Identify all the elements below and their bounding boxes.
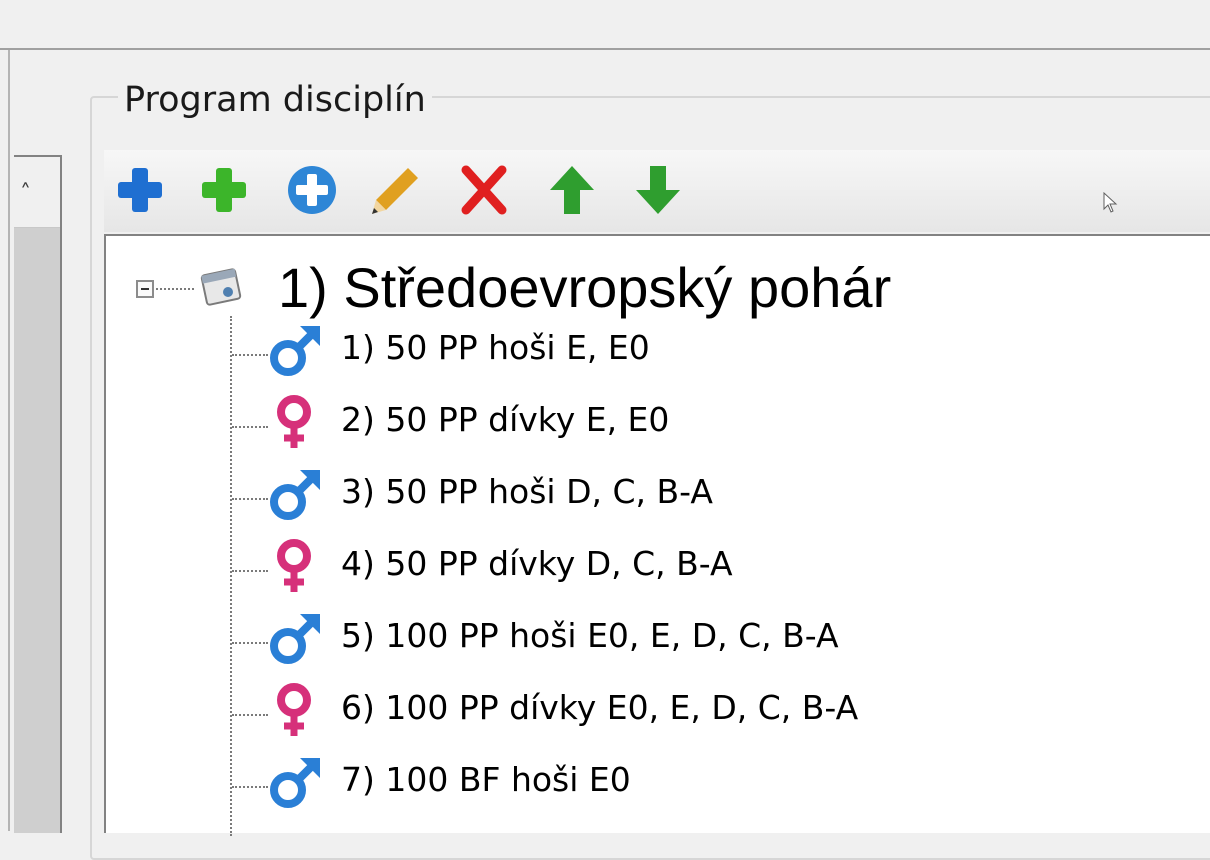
arrow-down-icon <box>636 166 680 214</box>
plus-circle-icon <box>288 166 336 214</box>
toolbar <box>104 150 1210 232</box>
tree-connector-line <box>232 498 268 500</box>
tree-connector-line <box>232 426 268 428</box>
add-button[interactable] <box>112 162 168 218</box>
tree-connector-line <box>232 786 268 788</box>
female-icon <box>277 395 311 448</box>
tree-connector-line <box>232 570 268 572</box>
male-icon <box>270 326 320 376</box>
male-icon <box>270 758 320 808</box>
tree-connector-line <box>232 714 268 716</box>
tree-root-label: 1) Středoevropský pohár <box>278 256 892 319</box>
tree-item[interactable]: 4) 50 PP dívky D, C, B-A <box>106 532 1206 598</box>
tree-item[interactable]: 2) 50 PP dívky E, E0 <box>106 388 1206 454</box>
pencil-icon <box>372 168 418 214</box>
groupbox-title: Program disciplín <box>118 78 432 122</box>
top-bar <box>0 0 1210 50</box>
tree-item[interactable]: 7) 100 BF hoši E0 <box>106 748 1206 814</box>
tree-item-label: 7) 100 BF hoši E0 <box>341 760 631 799</box>
left-list-panel[interactable]: ˄ <box>14 155 62 833</box>
female-icon <box>277 683 311 736</box>
move-down-button[interactable] <box>630 162 686 218</box>
delete-button[interactable] <box>456 162 512 218</box>
move-up-button[interactable] <box>544 162 600 218</box>
delete-x-icon <box>461 165 507 215</box>
tree-item[interactable]: 6) 100 PP dívky E0, E, D, C, B-A <box>106 676 1206 742</box>
tree-item[interactable]: 1) 50 PP hoši E, E0 <box>106 316 1206 382</box>
disciplines-tree[interactable]: 1) Středoevropský pohár 1) 50 PP hoši E,… <box>104 234 1210 836</box>
scroll-up-button[interactable]: ˄ <box>14 157 60 228</box>
tree-item-label: 5) 100 PP hoši E0, E, D, C, B-A <box>341 616 839 655</box>
add-item-button[interactable] <box>284 162 340 218</box>
tree-item-label: 4) 50 PP dívky D, C, B-A <box>341 544 733 583</box>
arrow-up-icon <box>550 166 594 214</box>
edit-button[interactable] <box>368 162 424 218</box>
mouse-cursor-icon <box>1103 192 1118 213</box>
tree-connector-line <box>156 288 194 290</box>
add-child-button[interactable] <box>196 162 252 218</box>
tree-connector-line <box>232 354 268 356</box>
collapse-toggle[interactable] <box>136 280 154 298</box>
tree-item-label: 2) 50 PP dívky E, E0 <box>341 400 670 439</box>
tree-item[interactable]: 3) 50 PP hoši D, C, B-A <box>106 460 1206 526</box>
male-icon <box>270 614 320 664</box>
tree-connector-line <box>232 642 268 644</box>
plus-blue-icon <box>118 168 162 212</box>
plus-green-icon <box>202 168 246 212</box>
male-icon <box>270 470 320 520</box>
tree-item-label: 6) 100 PP dívky E0, E, D, C, B-A <box>341 688 859 727</box>
tree-item-label: 1) 50 PP hoši E, E0 <box>341 328 650 367</box>
calendar-icon <box>200 268 242 306</box>
female-icon <box>277 539 311 592</box>
tree-item[interactable]: 5) 100 PP hoši E0, E, D, C, B-A <box>106 604 1206 670</box>
scrollbar-track[interactable] <box>14 228 60 833</box>
tree-item-label: 3) 50 PP hoši D, C, B-A <box>341 472 713 511</box>
chevron-up-icon: ˄ <box>20 181 31 206</box>
